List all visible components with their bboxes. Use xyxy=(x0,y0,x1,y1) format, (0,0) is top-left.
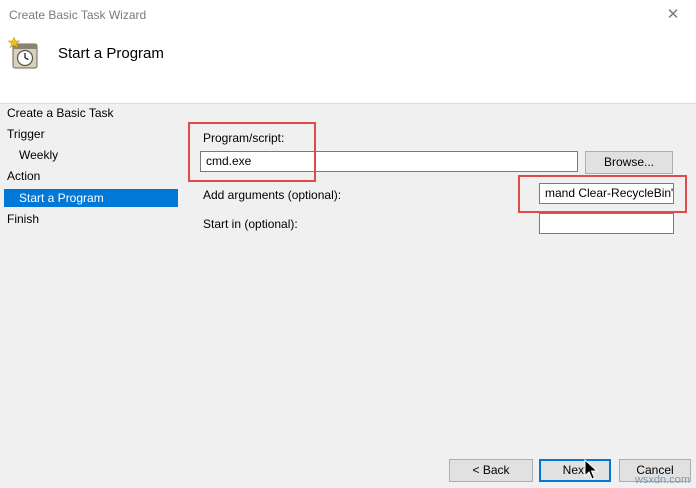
start-in-input[interactable] xyxy=(539,213,674,234)
mouse-pointer-icon xyxy=(584,459,598,480)
add-arguments-label: Add arguments (optional): xyxy=(203,188,342,202)
wizard-header: Start a Program xyxy=(0,30,696,104)
start-in-label: Start in (optional): xyxy=(203,217,298,231)
nav-step-finish: Finish xyxy=(7,212,40,226)
nav-step-start-a-program: Start a Program xyxy=(4,189,178,207)
window-title: Create Basic Task Wizard xyxy=(9,8,147,22)
highlight-box-arguments xyxy=(518,175,687,213)
watermark: wsxdn.com xyxy=(634,474,690,486)
nav-step-trigger: Trigger xyxy=(7,127,45,141)
title-bar: Create Basic Task Wizard ✕ xyxy=(0,0,696,30)
back-button[interactable]: < Back xyxy=(449,459,533,482)
nav-step-weekly: Weekly xyxy=(19,148,59,162)
nav-step-action: Action xyxy=(7,169,41,183)
task-wizard-icon xyxy=(8,36,38,69)
browse-button[interactable]: Browse... xyxy=(585,151,673,174)
page-title: Start a Program xyxy=(58,45,164,62)
next-button[interactable]: Next xyxy=(539,459,611,482)
highlight-box-program xyxy=(188,122,316,182)
close-icon[interactable]: ✕ xyxy=(650,0,696,30)
nav-step-create-basic-task: Create a Basic Task xyxy=(7,106,114,120)
